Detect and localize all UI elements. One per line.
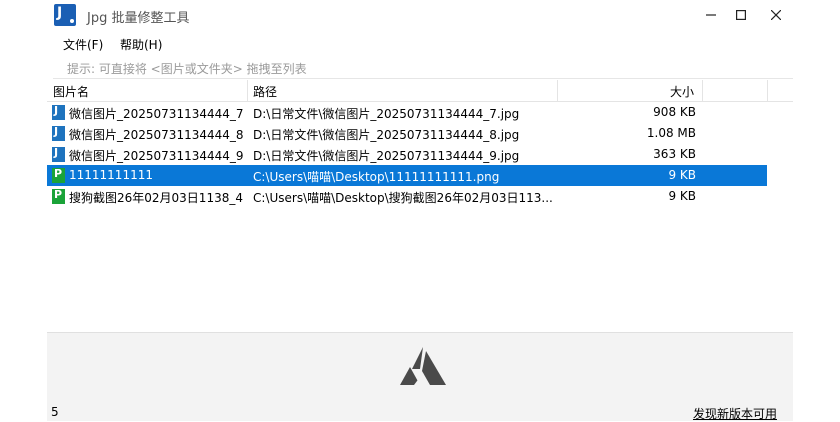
file-name: 微信图片_20250731134444_7: [69, 107, 244, 121]
file-size: 1.08 MB: [646, 126, 696, 140]
jpg-file-icon: J: [52, 104, 65, 120]
list-item[interactable]: J 微信图片_20250731134444_8 D:\日常文件\微信图片_202…: [47, 123, 767, 144]
menu-help[interactable]: 帮助(H): [120, 36, 162, 53]
item-count: 5: [51, 405, 59, 419]
app-logo-icon: J: [54, 4, 76, 26]
column-separator[interactable]: [702, 80, 703, 101]
png-file-icon: P: [52, 167, 65, 183]
column-separator[interactable]: [247, 80, 248, 101]
list-item[interactable]: J 微信图片_20250731134444_7 D:\日常文件\微信图片_202…: [47, 102, 767, 123]
title-bar[interactable]: J Jpg 批量修整工具: [47, 0, 793, 30]
app-logo-letter: J: [57, 5, 63, 21]
app-window: J Jpg 批量修整工具 文件(F) 帮助(H) 提示: 可直接将 <图片或文件…: [47, 0, 793, 421]
column-separator[interactable]: [557, 80, 558, 101]
file-path: D:\日常文件\微信图片_20250731134444_8.jpg: [253, 128, 520, 142]
list-item-selected[interactable]: P 11111111111 C:\Users\喵喵\Desktop\111111…: [47, 165, 767, 186]
close-icon: [770, 9, 782, 21]
column-separator[interactable]: [767, 80, 768, 101]
list-item[interactable]: J 微信图片_20250731134444_9 D:\日常文件\微信图片_202…: [47, 144, 767, 165]
window-title: Jpg 批量修整工具: [87, 11, 190, 26]
file-name: 11111111111: [69, 168, 153, 182]
jpg-file-icon: J: [52, 125, 65, 141]
maximize-button[interactable]: [723, 0, 759, 30]
column-header-size[interactable]: 大小: [670, 83, 694, 100]
file-size: 9 KB: [668, 189, 696, 203]
update-available-link[interactable]: 发现新版本可用: [693, 405, 777, 422]
menu-file[interactable]: 文件(F): [63, 36, 103, 53]
list-header: 图片名 路径 大小: [47, 80, 793, 102]
bottom-panel: 5 发现新版本可用: [47, 332, 793, 421]
file-size: 908 KB: [653, 105, 696, 119]
maximize-icon: [736, 10, 747, 21]
file-path: C:\Users\喵喵\Desktop\11111111111.png: [253, 170, 500, 184]
divider: [53, 78, 793, 79]
png-file-icon: P: [52, 188, 65, 204]
brand-logo-icon: [400, 347, 446, 385]
file-size: 9 KB: [668, 168, 696, 182]
file-size: 363 KB: [653, 147, 696, 161]
column-header-name[interactable]: 图片名: [53, 83, 89, 100]
column-header-path[interactable]: 路径: [253, 83, 277, 100]
file-name: 微信图片_20250731134444_8: [69, 128, 244, 142]
file-path: D:\日常文件\微信图片_20250731134444_9.jpg: [253, 149, 520, 163]
minimize-icon: [706, 14, 716, 16]
file-name: 微信图片_20250731134444_9: [69, 149, 244, 163]
close-button[interactable]: [758, 0, 794, 30]
drag-hint: 提示: 可直接将 <图片或文件夹> 拖拽至列表: [67, 62, 307, 76]
file-path: C:\Users\喵喵\Desktop\搜狗截图26年02月03日113...: [253, 191, 553, 205]
list-item[interactable]: P 搜狗截图26年02月03日1138_4 C:\Users\喵喵\Deskto…: [47, 186, 767, 207]
file-name: 搜狗截图26年02月03日1138_4: [69, 191, 243, 205]
jpg-file-icon: J: [52, 146, 65, 162]
file-path: D:\日常文件\微信图片_20250731134444_7.jpg: [253, 107, 520, 121]
